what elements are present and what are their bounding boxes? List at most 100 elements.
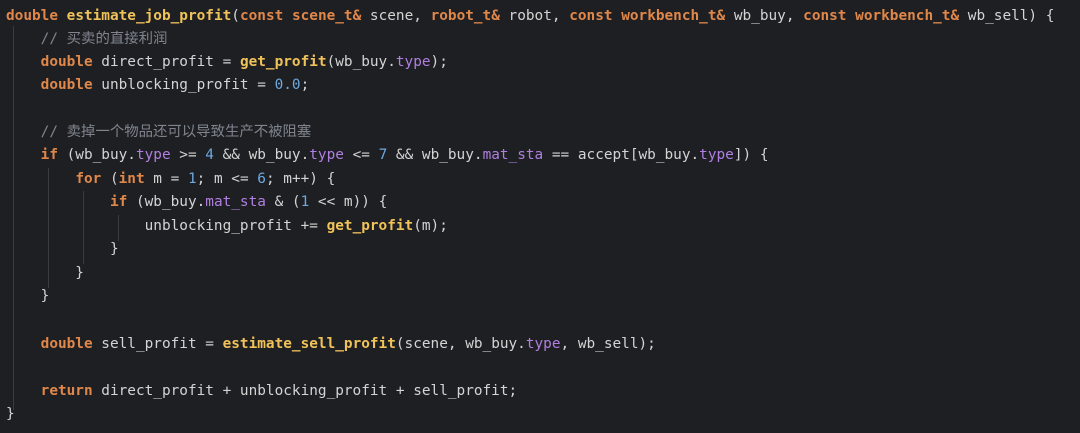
code-token: workbench_t& bbox=[855, 8, 960, 24]
code-token: ); bbox=[430, 54, 448, 70]
code-token: >= bbox=[170, 147, 206, 163]
code-token: type bbox=[525, 336, 561, 352]
code-token: m = bbox=[144, 171, 188, 187]
code-token: 4 bbox=[205, 147, 214, 163]
code-token: mat_sta bbox=[482, 147, 544, 163]
code-token: const bbox=[239, 8, 284, 24]
code-token: // bbox=[40, 124, 67, 140]
code-token: double bbox=[40, 336, 93, 352]
code-token: get_profit bbox=[239, 54, 327, 70]
code-token: sell_profit = bbox=[92, 336, 223, 352]
code-token: ( bbox=[231, 8, 240, 24]
code-token: type bbox=[395, 54, 431, 70]
code-token: (scene, wb_buy. bbox=[395, 336, 526, 352]
code-line[interactable]: if (wb_buy.type >= 4 && wb_buy.type <= 7… bbox=[6, 144, 769, 168]
code-token: & ( bbox=[265, 194, 301, 210]
code-token: (wb_buy. bbox=[127, 194, 206, 210]
code-token: robot_t& bbox=[430, 8, 500, 24]
code-token: (wb_buy. bbox=[57, 147, 136, 163]
code-token: scene, bbox=[361, 8, 431, 24]
code-token: unblocking_profit += bbox=[6, 218, 327, 234]
code-token: unblocking_profit = bbox=[92, 77, 275, 93]
code-token: (m); bbox=[413, 218, 448, 234]
code-token: robot, bbox=[499, 8, 570, 24]
code-token: int bbox=[118, 171, 145, 187]
code-line[interactable]: return direct_profit + unblocking_profit… bbox=[6, 380, 518, 404]
code-token: estimate_job_profit bbox=[66, 8, 232, 24]
code-token: double bbox=[6, 8, 58, 24]
code-token: get_profit bbox=[326, 218, 414, 234]
code-line[interactable]: double sell_profit = estimate_sell_profi… bbox=[6, 333, 656, 357]
code-token: double bbox=[40, 77, 93, 93]
code-line[interactable]: } bbox=[6, 285, 50, 309]
code-token: ; m <= bbox=[196, 171, 258, 187]
code-line[interactable]: for (int m = 1; m <= 6; m++) { bbox=[6, 168, 335, 192]
code-token: workbench_t& bbox=[621, 8, 726, 24]
code-token: (wb_buy. bbox=[326, 54, 396, 70]
code-token: <= bbox=[343, 147, 379, 163]
code-token: && wb_buy. bbox=[387, 147, 483, 163]
code-token: } bbox=[6, 241, 119, 257]
code-line[interactable]: } bbox=[6, 238, 119, 262]
code-line[interactable]: double direct_profit = get_profit(wb_buy… bbox=[6, 51, 448, 75]
code-token: 卖掉一个物品还可以导致生产不被阻塞 bbox=[66, 124, 312, 140]
code-token: type bbox=[699, 147, 734, 163]
code-line[interactable]: double estimate_job_profit(const scene_t… bbox=[6, 5, 1054, 29]
code-token: if bbox=[109, 194, 128, 210]
code-token: scene_t& bbox=[291, 8, 362, 24]
code-token: estimate_sell_profit bbox=[222, 336, 396, 352]
code-line[interactable]: // 卖掉一个物品还可以导致生产不被阻塞 bbox=[6, 121, 312, 145]
code-token: // bbox=[40, 31, 67, 47]
code-token: && wb_buy. bbox=[213, 147, 310, 163]
code-token: for bbox=[75, 171, 102, 187]
code-line[interactable]: if (wb_buy.mat_sta & (1 << m)) { bbox=[6, 191, 387, 215]
code-token: } bbox=[6, 288, 50, 304]
code-editor[interactable]: double estimate_job_profit(const scene_t… bbox=[0, 0, 1080, 433]
code-line[interactable]: // 买卖的直接利润 bbox=[6, 28, 168, 52]
code-token: 7 bbox=[378, 147, 388, 163]
code-token: ( bbox=[101, 171, 119, 187]
code-token: ; m++) { bbox=[265, 171, 336, 187]
code-token: wb_buy, bbox=[725, 8, 804, 24]
code-token: return bbox=[40, 383, 93, 399]
code-line[interactable]: unblocking_profit += get_profit(m); bbox=[6, 215, 448, 239]
code-token: , wb_sell); bbox=[560, 336, 656, 352]
code-token: double bbox=[40, 54, 93, 70]
code-token: type bbox=[309, 147, 344, 163]
code-token: type bbox=[135, 147, 171, 163]
code-token: wb_sell) { bbox=[959, 8, 1055, 24]
code-token: direct_profit = bbox=[92, 54, 240, 70]
code-token: } bbox=[6, 406, 15, 422]
code-token: const bbox=[569, 8, 613, 24]
code-token: << m)) { bbox=[309, 194, 388, 210]
code-token: mat_sta bbox=[205, 194, 266, 210]
code-token: 1 bbox=[300, 194, 310, 210]
code-line[interactable]: double unblocking_profit = 0.0; bbox=[6, 74, 310, 98]
code-token: 1 bbox=[187, 171, 197, 187]
code-token: 0.0 bbox=[274, 77, 301, 93]
code-line[interactable]: } bbox=[6, 403, 15, 427]
code-token: if bbox=[40, 147, 58, 163]
code-token: ; bbox=[300, 77, 310, 93]
code-token: direct_profit + unblocking_profit + sell… bbox=[92, 383, 518, 399]
code-token: const bbox=[803, 8, 847, 24]
code-token: ]) { bbox=[733, 147, 769, 163]
code-token: 6 bbox=[257, 171, 266, 187]
code-token: == accept[wb_buy. bbox=[543, 147, 700, 163]
code-token: 买卖的直接利润 bbox=[66, 31, 168, 47]
code-token: } bbox=[6, 265, 84, 281]
code-line[interactable]: } bbox=[6, 262, 84, 286]
